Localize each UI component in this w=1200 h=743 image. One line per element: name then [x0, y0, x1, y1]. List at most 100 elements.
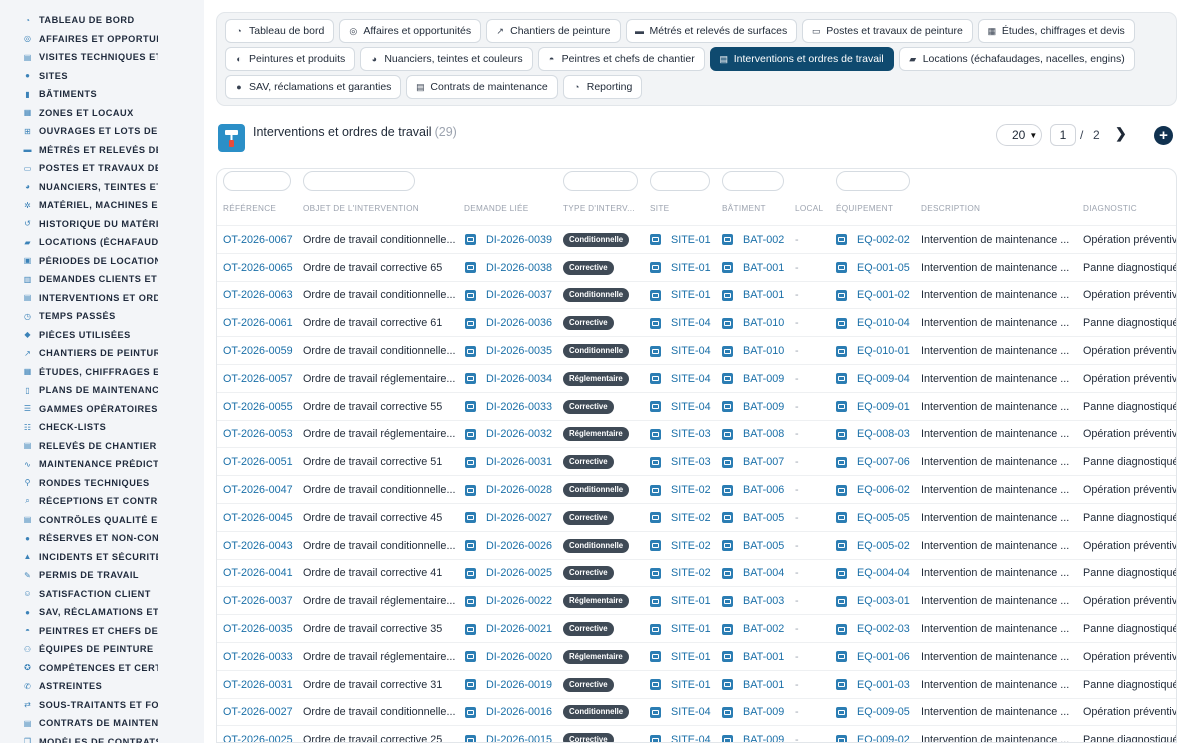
sidebar-item[interactable]: ✎ Permis de travail — [0, 566, 158, 585]
sidebar-item[interactable]: ◕ Nuanciers, teintes et — [0, 178, 158, 197]
cell-demande[interactable]: DI-2026-0035 — [465, 337, 561, 365]
cell-site[interactable]: SITE-01 — [650, 615, 720, 643]
cell-reference[interactable]: OT-2026-0033 — [223, 643, 301, 671]
table-row[interactable]: OT-2026-0043 Ordre de travail conditionne… — [217, 530, 1176, 560]
tab[interactable]: ▤ Interventions et ordres de travail — [709, 47, 894, 71]
tab[interactable]: ◔ Tableau de bord — [225, 19, 335, 43]
sidebar-item[interactable]: ▮ Bâtiments — [0, 85, 158, 104]
cell-reference[interactable]: OT-2026-0031 — [223, 671, 301, 699]
cell-site[interactable]: SITE-02 — [650, 560, 720, 588]
cell-equipement[interactable]: EQ-009-04 — [836, 365, 920, 393]
cell-demande[interactable]: DI-2026-0016 — [465, 699, 561, 727]
cell-batiment[interactable]: BAT-010 — [722, 337, 794, 365]
cell-batiment[interactable]: BAT-002 — [722, 226, 794, 254]
cell-equipement[interactable]: EQ-001-06 — [836, 643, 920, 671]
sidebar-item[interactable]: ● Sites — [0, 67, 158, 86]
table-row[interactable]: OT-2026-0027 Ordre de travail conditionne… — [217, 697, 1176, 727]
filter-input-batiment[interactable] — [722, 171, 784, 191]
cell-site[interactable]: SITE-01 — [650, 671, 720, 699]
cell-batiment[interactable]: BAT-005 — [722, 504, 794, 532]
cell-reference[interactable]: OT-2026-0051 — [223, 448, 301, 476]
cell-demande[interactable]: DI-2026-0034 — [465, 365, 561, 393]
col-header-type[interactable]: Type d'interv... — [563, 204, 635, 213]
cell-equipement[interactable]: EQ-001-05 — [836, 254, 920, 282]
sidebar-item[interactable]: ▯ Plans de maintenance — [0, 381, 158, 400]
filter-input-site[interactable] — [650, 171, 710, 191]
tab[interactable]: ▰ Locations (échafaudages, nacelles, engi… — [898, 47, 1135, 71]
cell-reference[interactable]: OT-2026-0057 — [223, 365, 301, 393]
table-row[interactable]: OT-2026-0047 Ordre de travail conditionne… — [217, 475, 1176, 504]
cell-site[interactable]: SITE-01 — [650, 282, 720, 310]
cell-batiment[interactable]: BAT-004 — [722, 560, 794, 588]
sidebar-item[interactable]: ▤ Visites techniques et — [0, 48, 158, 67]
table-row[interactable]: OT-2026-0053 Ordre de travail réglementai… — [217, 419, 1176, 449]
page-size-select[interactable]: 20 ▼ — [996, 124, 1042, 146]
sidebar-item[interactable]: ▤ Contrats de maintena — [0, 714, 158, 733]
table-row[interactable]: OT-2026-0033 Ordre de travail réglementai… — [217, 642, 1176, 671]
filter-input-reference[interactable] — [223, 171, 291, 191]
cell-reference[interactable]: OT-2026-0045 — [223, 504, 301, 532]
cell-reference[interactable]: OT-2026-0047 — [223, 476, 301, 504]
sidebar-item[interactable]: ▦ Zones et locaux — [0, 104, 158, 123]
sidebar-item[interactable]: ☰ Gammes opératoires — [0, 400, 158, 419]
sidebar-item[interactable]: ▣ Périodes de location — [0, 252, 158, 271]
cell-reference[interactable]: OT-2026-0041 — [223, 560, 301, 588]
table-row[interactable]: OT-2026-0037 Ordre de travail réglementai… — [217, 586, 1176, 615]
sidebar-item[interactable]: ❐ Modèles de contrats — [0, 733, 158, 743]
sidebar-item[interactable]: ✆ Astreintes — [0, 677, 158, 696]
cell-batiment[interactable]: BAT-001 — [722, 254, 794, 282]
cell-batiment[interactable]: BAT-009 — [722, 393, 794, 421]
table-row[interactable]: OT-2026-0057 Ordre de travail réglementai… — [217, 364, 1176, 393]
cell-batiment[interactable]: BAT-009 — [722, 365, 794, 393]
cell-equipement[interactable]: EQ-010-01 — [836, 337, 920, 365]
cell-reference[interactable]: OT-2026-0043 — [223, 532, 301, 560]
cell-site[interactable]: SITE-01 — [650, 254, 720, 282]
page-number-input[interactable]: 1 — [1050, 124, 1076, 146]
sidebar-item[interactable]: ☷ Check-lists — [0, 418, 158, 437]
filter-input-objet[interactable] — [303, 171, 415, 191]
cell-demande[interactable]: DI-2026-0019 — [465, 671, 561, 699]
cell-reference[interactable]: OT-2026-0025 — [223, 726, 301, 742]
sidebar-item[interactable]: ▤ Interventions et ordi — [0, 289, 158, 308]
cell-equipement[interactable]: EQ-006-02 — [836, 476, 920, 504]
cell-site[interactable]: SITE-04 — [650, 699, 720, 727]
col-header-local[interactable]: Local — [795, 204, 823, 213]
tab[interactable]: ◔ Reporting — [562, 75, 643, 99]
sidebar-item[interactable]: ▦ Études, chiffrages et — [0, 363, 158, 382]
sidebar-item[interactable]: ⚲ Rondes techniques — [0, 474, 158, 493]
cell-batiment[interactable]: BAT-009 — [722, 699, 794, 727]
sidebar-item[interactable]: ✲ Matériel, machines et — [0, 196, 158, 215]
plus-circle-icon[interactable]: + — [1154, 126, 1173, 145]
cell-site[interactable]: SITE-02 — [650, 532, 720, 560]
cell-site[interactable]: SITE-04 — [650, 365, 720, 393]
tab[interactable]: ↗ Chantiers de peinture — [486, 19, 621, 43]
sidebar-item[interactable]: ⚇ Équipes de peinture — [0, 640, 158, 659]
sidebar-item[interactable]: ⊞ Ouvrages et lots de t — [0, 122, 158, 141]
cell-reference[interactable]: OT-2026-0035 — [223, 615, 301, 643]
sidebar-item[interactable]: ∿ Maintenance prédicti — [0, 455, 158, 474]
filter-input-type[interactable] — [563, 171, 638, 191]
cell-reference[interactable]: OT-2026-0059 — [223, 337, 301, 365]
col-header-objet[interactable]: Objet de l'intervention — [303, 204, 419, 213]
sidebar-item[interactable]: ◎ Affaires et opportun — [0, 30, 158, 49]
cell-demande[interactable]: DI-2026-0033 — [465, 393, 561, 421]
cell-equipement[interactable]: EQ-001-02 — [836, 282, 920, 310]
cell-batiment[interactable]: BAT-003 — [722, 587, 794, 615]
cell-batiment[interactable]: BAT-007 — [722, 448, 794, 476]
sidebar-item[interactable]: ▭ Postes et travaux de — [0, 159, 158, 178]
tab[interactable]: ▦ Études, chiffrages et devis — [977, 19, 1135, 43]
sidebar-item[interactable]: ◔ Tableau de bord — [0, 11, 158, 30]
cell-site[interactable]: SITE-02 — [650, 504, 720, 532]
tab[interactable]: ▭ Postes et travaux de peinture — [802, 19, 973, 43]
col-header-site[interactable]: Site — [650, 204, 669, 213]
cell-batiment[interactable]: BAT-008 — [722, 421, 794, 449]
cell-reference[interactable]: OT-2026-0037 — [223, 587, 301, 615]
sidebar-item[interactable]: ☺ Satisfaction client — [0, 585, 158, 604]
cell-demande[interactable]: DI-2026-0036 — [465, 309, 561, 337]
sidebar-item[interactable]: ↺ Historique du matérie — [0, 215, 158, 234]
col-header-equipement[interactable]: Équipement — [836, 204, 893, 213]
cell-site[interactable]: SITE-04 — [650, 726, 720, 742]
cell-site[interactable]: SITE-04 — [650, 393, 720, 421]
table-row[interactable]: OT-2026-0067 Ordre de travail conditionne… — [217, 225, 1176, 254]
sidebar-item[interactable]: ✪ Compétences et certi — [0, 659, 158, 678]
